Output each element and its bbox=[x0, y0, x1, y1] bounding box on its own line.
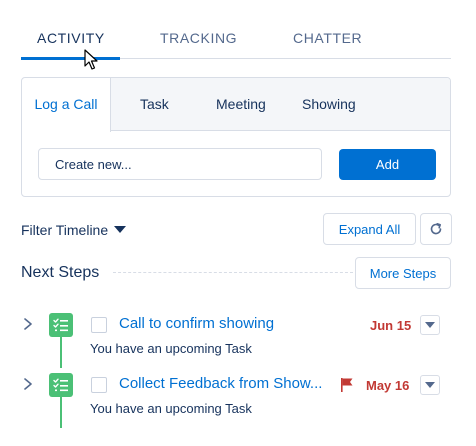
create-new-input[interactable] bbox=[38, 148, 322, 180]
task-subtitle: You have an upcoming Task bbox=[90, 341, 252, 356]
next-steps-title: Next Steps bbox=[21, 264, 100, 281]
chevron-right-icon[interactable] bbox=[23, 378, 33, 390]
tab-tracking[interactable]: TRACKING bbox=[160, 30, 237, 59]
caret-down-icon[interactable] bbox=[114, 226, 126, 233]
activity-composer: Log a Call Task Meeting Showing Add bbox=[21, 77, 451, 197]
composer-tab-meeting[interactable]: Meeting bbox=[216, 78, 266, 131]
task-icon bbox=[49, 313, 73, 337]
timeline-connector bbox=[60, 337, 62, 368]
task-list-icon bbox=[53, 378, 68, 392]
due-date: Jun 15 bbox=[370, 318, 412, 333]
due-date: May 16 bbox=[366, 378, 410, 393]
composer-tab-showing[interactable]: Showing bbox=[302, 78, 356, 131]
task-title-link[interactable]: Call to confirm showing bbox=[119, 315, 274, 332]
section-divider bbox=[113, 272, 353, 273]
task-checkbox[interactable] bbox=[91, 317, 107, 333]
tab-chatter[interactable]: CHATTER bbox=[293, 30, 362, 59]
refresh-icon bbox=[430, 223, 442, 235]
chevron-right-icon[interactable] bbox=[23, 318, 33, 330]
add-button[interactable]: Add bbox=[339, 149, 436, 180]
composer-tab-log-call[interactable]: Log a Call bbox=[22, 78, 111, 132]
task-list-icon bbox=[53, 318, 68, 332]
timeline-item: Call to confirm showing Jun 15 You have … bbox=[0, 312, 476, 368]
refresh-button[interactable] bbox=[420, 213, 452, 245]
task-title-link[interactable]: Collect Feedback from Show... bbox=[119, 375, 322, 392]
more-steps-button[interactable]: More Steps bbox=[355, 257, 451, 289]
task-checkbox[interactable] bbox=[91, 377, 107, 393]
expand-all-button[interactable]: Expand All bbox=[323, 213, 416, 245]
cursor-icon bbox=[84, 49, 98, 70]
timeline-item: Collect Feedback from Show... May 16 You… bbox=[0, 372, 476, 428]
filter-timeline[interactable]: Filter Timeline bbox=[21, 222, 108, 238]
item-menu-button[interactable] bbox=[420, 375, 440, 395]
timeline-connector bbox=[60, 397, 62, 428]
dropdown-icon bbox=[425, 322, 435, 328]
task-icon bbox=[49, 373, 73, 397]
flag-icon bbox=[341, 378, 353, 392]
composer-tabs: Log a Call Task Meeting Showing bbox=[22, 78, 450, 132]
task-subtitle: You have an upcoming Task bbox=[90, 401, 252, 416]
composer-tab-task[interactable]: Task bbox=[140, 78, 169, 131]
item-menu-button[interactable] bbox=[420, 315, 440, 335]
dropdown-icon bbox=[425, 382, 435, 388]
